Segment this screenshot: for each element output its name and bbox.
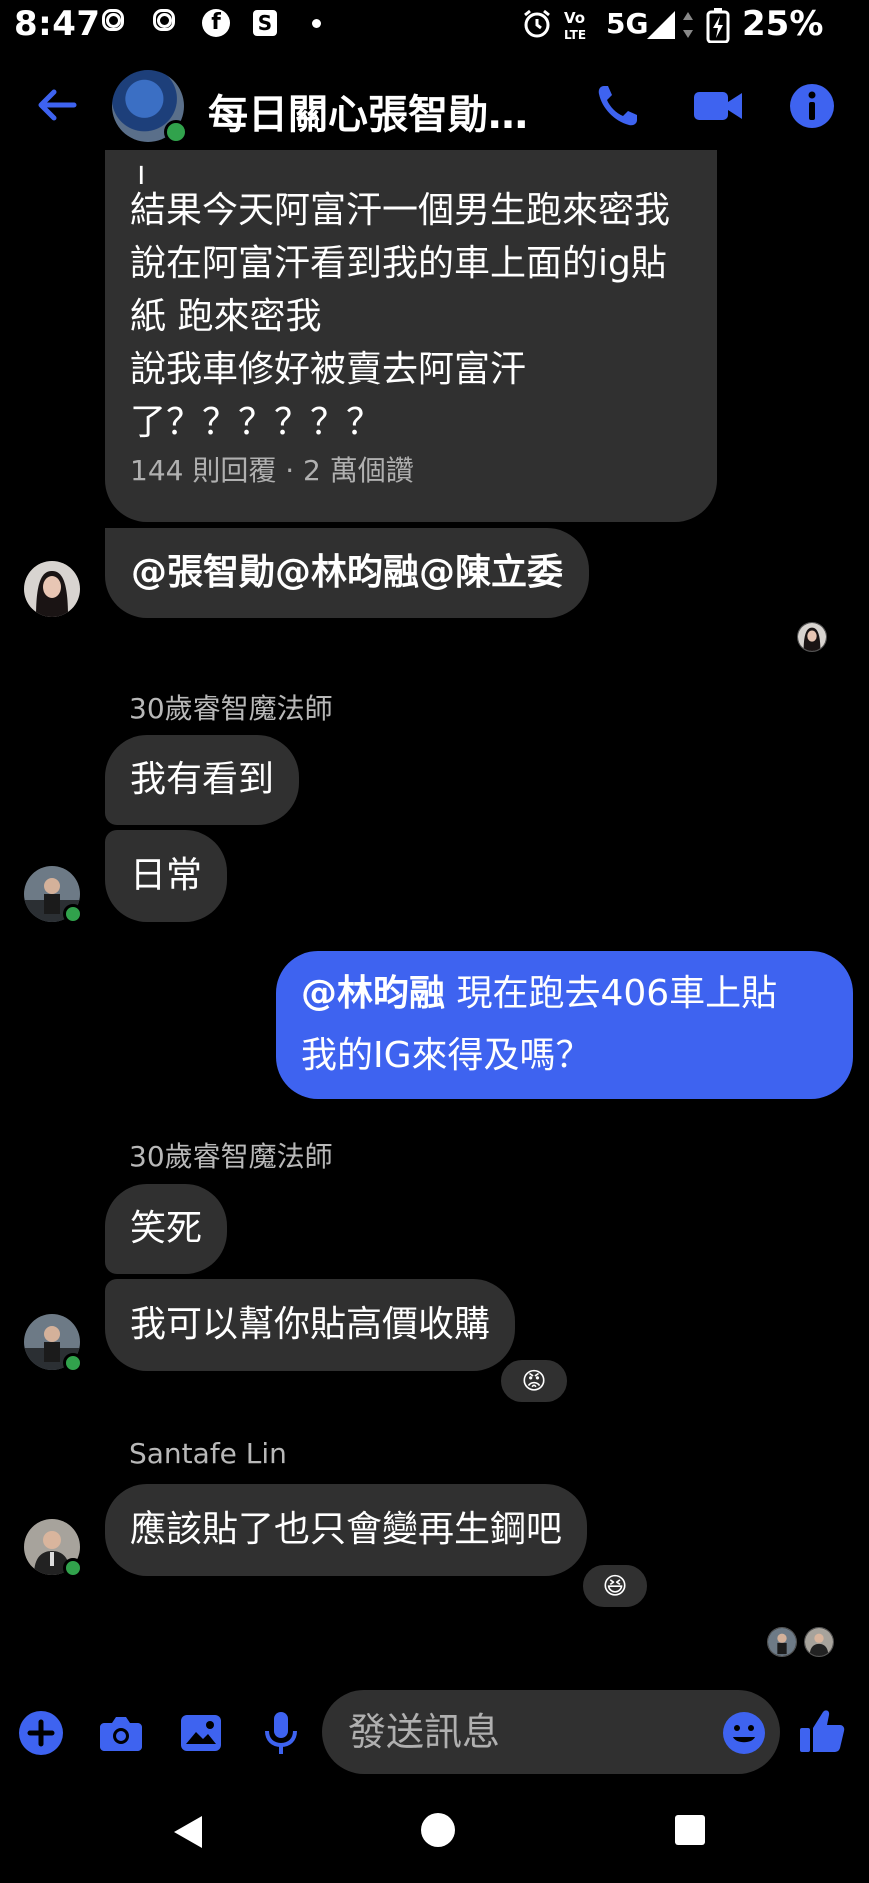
phone-call-icon[interactable] [590, 78, 646, 134]
message-input[interactable] [322, 1690, 780, 1774]
system-nav-bar [0, 1790, 869, 1883]
online-indicator [164, 120, 188, 144]
chat-header: 每日關心張智勛… [0, 58, 869, 158]
laugh-reaction-icon: 😆 [602, 1572, 628, 1600]
thumbs-up-icon[interactable] [797, 1706, 847, 1756]
message-text: 我有看到 [130, 759, 275, 800]
reaction-badge[interactable]: 😆 [580, 1562, 650, 1610]
facebook-icon: f [202, 9, 230, 37]
online-indicator [63, 904, 83, 924]
signal-icon [647, 11, 675, 39]
message-bubble[interactable]: @張智勛@林昀融@陳立委 [105, 528, 590, 618]
data-arrows-icon [683, 12, 693, 38]
message-line: 說我車修好被賣去阿富汗 [130, 349, 527, 390]
plus-icon[interactable] [16, 1708, 66, 1758]
message-line: 」 [130, 160, 167, 184]
sender-name: Santafe Lin [129, 1437, 287, 1470]
message-line: 紙 跑來密我 [130, 296, 322, 337]
mention-text[interactable]: @林昀融 [301, 973, 445, 1014]
message-bubble[interactable]: 我可以幫你貼高價收購 [105, 1279, 516, 1371]
instagram-icon [153, 9, 175, 31]
reaction-badge[interactable]: 😡 [498, 1357, 570, 1405]
seen-avatar [804, 1627, 834, 1657]
message-bubble[interactable]: 應該貼了也只會變再生鋼吧 [105, 1484, 588, 1576]
microphone-icon[interactable] [256, 1708, 306, 1758]
my-message-bubble[interactable]: @林昀融 現在跑去406車上貼 我的IG來得及嗎？ [276, 951, 853, 1099]
message-text: 我可以幫你貼高價收購 [130, 1304, 491, 1345]
message-text: 笑死 [130, 1208, 203, 1249]
message-bubble[interactable]: 我有看到 [105, 735, 300, 825]
status-bar: 8:47 f S Vo LTE 5G 25% [0, 0, 869, 50]
nav-back-icon[interactable] [168, 1812, 208, 1852]
info-icon[interactable] [784, 78, 840, 134]
sender-name: 30歲睿智魔法師 [129, 692, 333, 725]
message-line: 結果今天阿富汗一個男生跑來密我 [130, 190, 671, 231]
status-time: 8:47 [14, 4, 101, 44]
svg-text:LTE: LTE [564, 28, 586, 42]
chat-title[interactable]: 每日關心張智勛… [208, 82, 528, 140]
message-text: 日常 [130, 855, 203, 896]
emoji-icon[interactable] [719, 1708, 769, 1758]
network-label: 5G [606, 7, 649, 40]
back-arrow-icon[interactable] [34, 82, 80, 128]
nav-recents-icon[interactable] [672, 1812, 708, 1848]
seen-avatar [767, 1627, 797, 1657]
instagram-icon [102, 9, 124, 31]
nav-home-icon[interactable] [418, 1810, 458, 1850]
message-bubble[interactable]: 日常 [105, 830, 228, 922]
message-text: @張智勛@林昀融@陳立委 [131, 552, 564, 593]
camera-icon[interactable] [96, 1708, 146, 1758]
svg-text:Vo: Vo [564, 9, 585, 27]
sender-name: 30歲睿智魔法師 [129, 1140, 333, 1173]
message-text: 我的IG來得及嗎？ [301, 1035, 592, 1076]
online-indicator [63, 1353, 83, 1373]
alarm-icon [524, 9, 550, 38]
dot-icon [312, 19, 321, 28]
message-bubble[interactable]: 」 結果今天阿富汗一個男生跑來密我 說在阿富汗看到我的車上面的ig貼 紙 跑來密… [105, 150, 717, 522]
battery-percent: 25% [742, 4, 824, 44]
message-text: 現在跑去406車上貼 [445, 973, 778, 1014]
message-text: 應該貼了也只會變再生鋼吧 [130, 1509, 563, 1550]
message-line: 了？？？？？？ [130, 402, 383, 443]
message-meta: 144 則回覆 · 2 萬個讚 [130, 454, 414, 487]
video-call-icon[interactable] [690, 78, 746, 134]
shop-icon: S [253, 10, 277, 36]
composer-bar [0, 1668, 869, 1800]
user-avatar[interactable] [24, 561, 80, 617]
seen-avatar [797, 622, 827, 652]
gallery-icon[interactable] [176, 1708, 226, 1758]
battery-charging-icon [706, 8, 730, 43]
message-bubble[interactable]: 笑死 [105, 1184, 228, 1274]
online-indicator [63, 1558, 83, 1578]
volte-icon: Vo LTE [564, 9, 586, 42]
angry-reaction-icon: 😡 [521, 1367, 547, 1395]
message-line: 說在阿富汗看到我的車上面的ig貼 [130, 243, 667, 284]
